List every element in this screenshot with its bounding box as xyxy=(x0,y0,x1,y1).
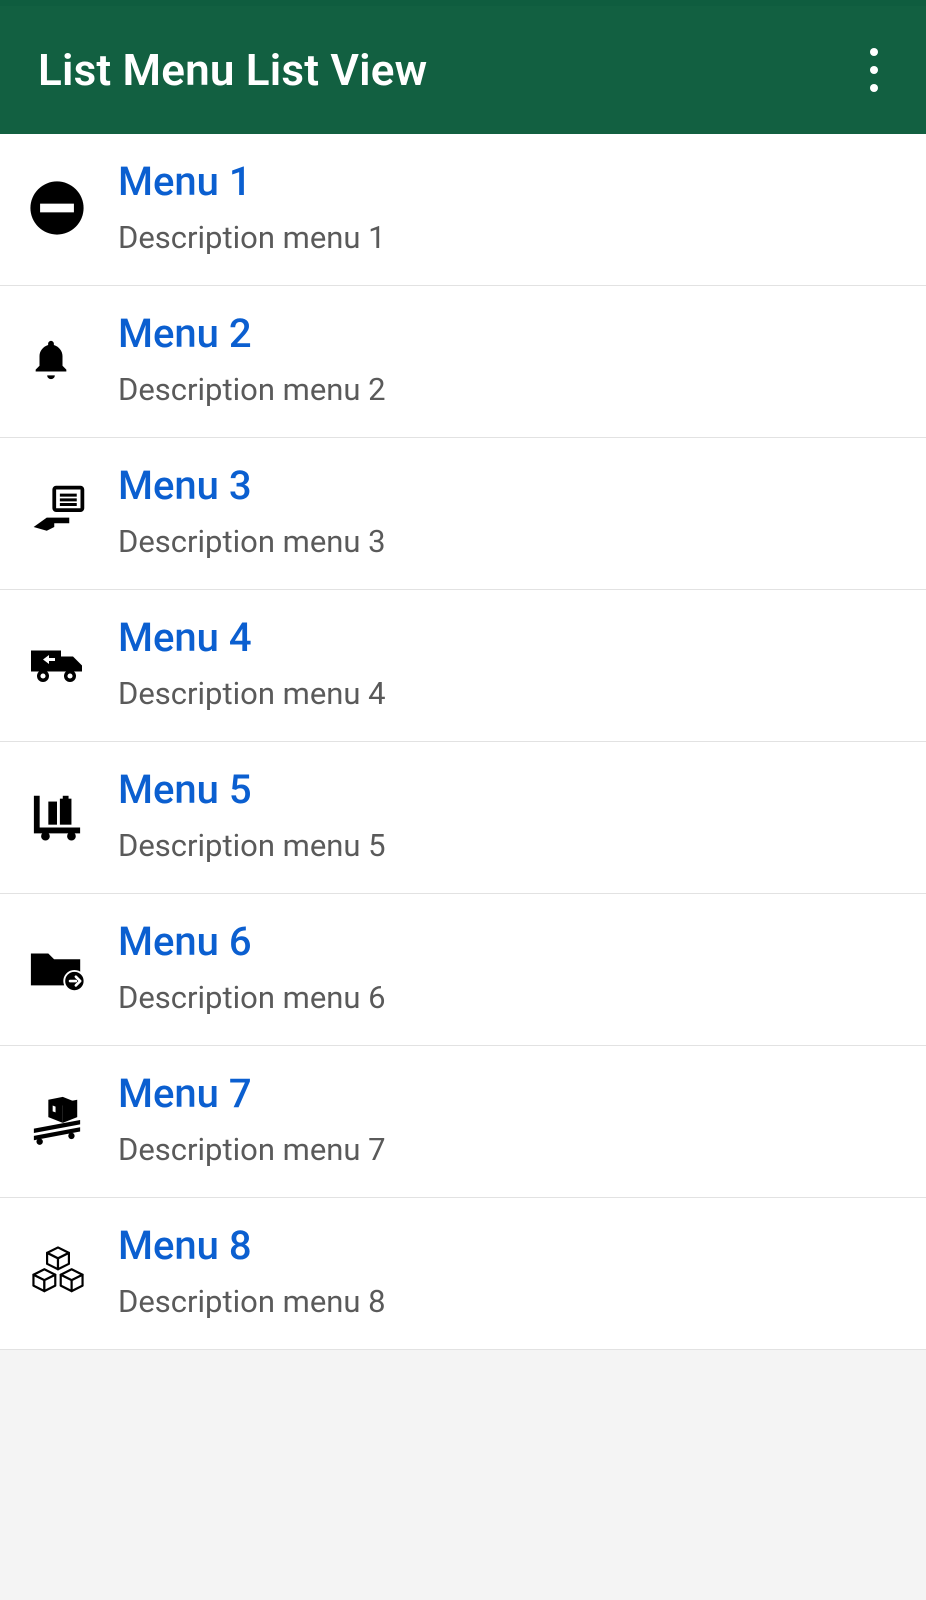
list-item-title: Menu 1 xyxy=(118,159,898,205)
list-item-title: Menu 6 xyxy=(118,919,898,965)
list-item[interactable]: Menu 7 Description menu 7 xyxy=(0,1046,926,1198)
list-item-title: Menu 7 xyxy=(118,1071,898,1117)
kebab-dot xyxy=(870,66,878,74)
list-item[interactable]: Menu 4 Description menu 4 xyxy=(0,590,926,742)
list-item-title: Menu 5 xyxy=(118,767,898,813)
list-item-title: Menu 8 xyxy=(118,1223,898,1269)
list-item-text: Menu 5 Description menu 5 xyxy=(118,767,898,864)
list-item-description: Description menu 6 xyxy=(118,979,898,1016)
list-item-description: Description menu 2 xyxy=(118,371,898,408)
list-item-text: Menu 7 Description menu 7 xyxy=(118,1071,898,1168)
list-item-text: Menu 6 Description menu 6 xyxy=(118,919,898,1016)
pallet-box-icon xyxy=(28,1094,118,1146)
kebab-dot xyxy=(870,84,878,92)
page-title: List Menu List View xyxy=(38,44,427,96)
list-item-description: Description menu 1 xyxy=(118,219,898,256)
list-item[interactable]: Menu 3 Description menu 3 xyxy=(0,438,926,590)
bell-icon xyxy=(28,337,118,383)
kebab-dot xyxy=(870,48,878,56)
list-item-text: Menu 2 Description menu 2 xyxy=(118,311,898,408)
hand-list-icon xyxy=(28,482,118,542)
folder-arrow-icon xyxy=(28,944,118,992)
list-item[interactable]: Menu 6 Description menu 6 xyxy=(0,894,926,1046)
menu-list: Menu 1 Description menu 1 Menu 2 Descrip… xyxy=(0,134,926,1350)
list-item-description: Description menu 8 xyxy=(118,1283,898,1320)
list-item-text: Menu 3 Description menu 3 xyxy=(118,463,898,560)
list-item-description: Description menu 7 xyxy=(118,1131,898,1168)
list-item[interactable]: Menu 2 Description menu 2 xyxy=(0,286,926,438)
list-item-description: Description menu 4 xyxy=(118,675,898,712)
list-item-title: Menu 4 xyxy=(118,615,898,661)
list-item-description: Description menu 5 xyxy=(118,827,898,864)
list-item-title: Menu 2 xyxy=(118,311,898,357)
luggage-cart-icon xyxy=(28,790,118,842)
no-entry-icon xyxy=(28,179,118,237)
list-item-text: Menu 8 Description menu 8 xyxy=(118,1223,898,1320)
cubes-icon xyxy=(28,1244,118,1300)
list-item-title: Menu 3 xyxy=(118,463,898,509)
list-item-text: Menu 1 Description menu 1 xyxy=(118,159,898,256)
list-item[interactable]: Menu 1 Description menu 1 xyxy=(0,134,926,286)
list-item-text: Menu 4 Description menu 4 xyxy=(118,615,898,712)
list-item[interactable]: Menu 5 Description menu 5 xyxy=(0,742,926,894)
overflow-menu-button[interactable] xyxy=(854,40,894,100)
list-item-description: Description menu 3 xyxy=(118,523,898,560)
return-truck-icon xyxy=(28,640,118,688)
list-item[interactable]: Menu 8 Description menu 8 xyxy=(0,1198,926,1350)
app-bar: List Menu List View xyxy=(0,6,926,134)
